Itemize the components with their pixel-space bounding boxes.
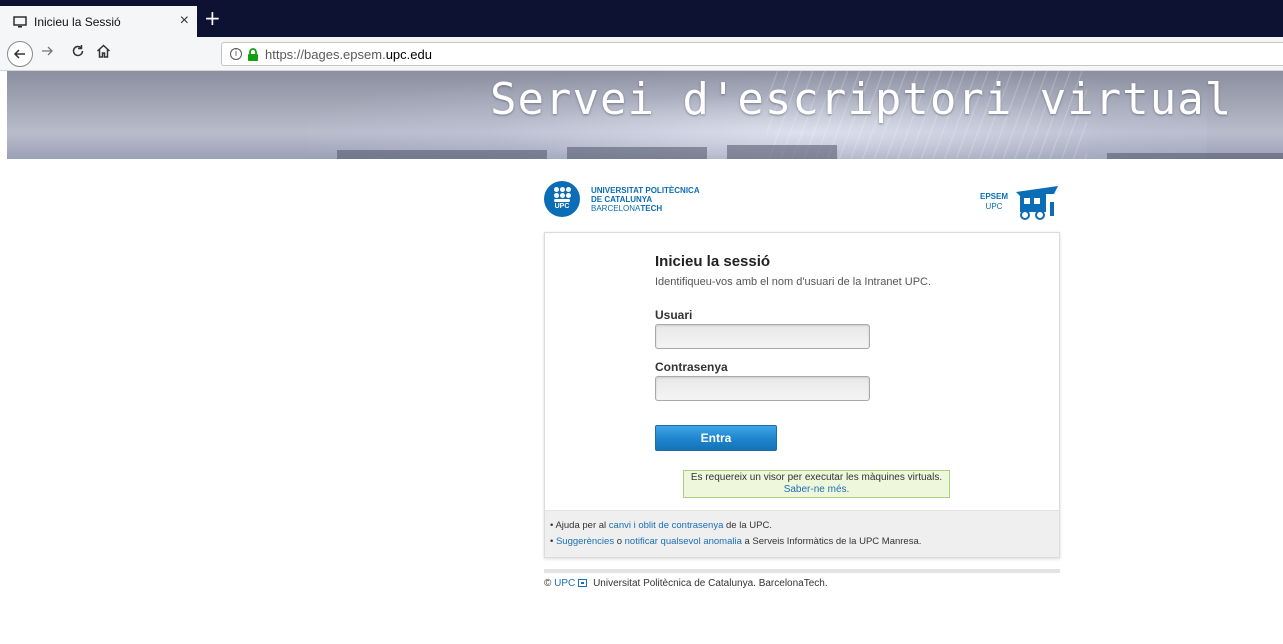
arrow-left-icon [13,49,25,59]
upc-line-3b: TECH [640,203,663,213]
banner-strip [337,150,547,159]
reload-button[interactable] [71,44,85,62]
help-text: • Ajuda per al [550,520,609,531]
password-label: Contrasenya [655,360,728,374]
upc-emblem-text: UPC [554,203,570,210]
learn-more-link[interactable]: Saber-ne més. [684,484,949,496]
username-input[interactable] [655,324,870,349]
suggestions-link[interactable]: Suggerències [556,536,614,547]
home-button[interactable] [96,44,111,62]
help-footer: • Ajuda per al canvi i oblit de contrase… [545,510,1059,557]
upc-line-3a: BARCELONA [591,203,641,213]
copyright-text: Universitat Politècnica de Catalunya. Ba… [593,578,828,589]
report-issue-link[interactable]: notificar qualsevol anomalia [625,536,742,547]
epsem-wordmark: EPSEM UPC [976,192,1012,212]
info-icon[interactable]: i [230,48,242,60]
page-divider [544,569,1060,573]
upc-emblem: UPC [544,181,580,217]
epsem-logo[interactable]: EPSEM UPC [976,184,1062,224]
back-button[interactable] [7,41,33,67]
help-line-suggestions: • Suggerències o notificar qualsevol ano… [550,536,921,547]
browser-nav-bar: i https://bages.epsem. upc.edu [0,37,1283,71]
banner-strip [1107,153,1283,159]
epsem-line-2: UPC [985,202,1003,211]
login-subtitle: Identifiqueu-vos amb el nom d'usuari de … [655,276,932,288]
help-text: o [614,536,625,547]
new-tab-button[interactable]: + [204,8,221,28]
home-icon [96,44,111,58]
copyright: © UPC Universitat Politècnica de Catalun… [544,578,828,589]
password-input[interactable] [655,376,870,401]
url-bar[interactable]: i https://bages.epsem. upc.edu [221,42,1283,66]
banner-strip [567,147,707,159]
login-panel: Inicieu la sessió Identifiqueu-vos amb e… [544,232,1060,558]
monitor-icon [13,15,27,29]
lock-icon[interactable] [247,47,259,61]
header-banner: Servei d'escriptori virtual [7,71,1283,159]
banner-strip [727,145,837,159]
password-change-link[interactable]: canvi i oblit de contrasenya [609,520,724,531]
copyright-symbol: © [544,578,552,589]
arrow-right-icon [42,46,53,56]
reload-icon [72,45,84,57]
upc-link[interactable]: UPC [554,578,575,589]
upc-logo[interactable]: UPC UNIVERSITAT POLITÈCNICA DE CATALUNYA… [544,181,700,217]
submit-button[interactable]: Entra [655,425,777,451]
username-label: Usuari [655,308,693,322]
close-tab-icon[interactable]: × [180,13,189,29]
help-text: de la UPC. [723,520,772,531]
browser-tab-bar: Inicieu la Sessió × + [0,0,1283,37]
url-host: upc.edu [385,46,432,62]
tab-title: Inicieu la Sessió [34,14,121,29]
epsem-train-icon [1016,186,1058,220]
help-line-password: • Ajuda per al canvi i oblit de contrase… [550,520,772,531]
notice-text: Es requereix un visor per executar les m… [690,472,943,483]
external-link-icon [578,579,588,587]
help-text: a Serveis Informàtics de la UPC Manresa. [741,536,922,547]
browser-tab[interactable]: Inicieu la Sessió × [0,6,197,37]
login-title: Inicieu la sessió [655,253,771,270]
url-prefix: https://bages.epsem. [265,46,386,62]
banner-title: Servei d'escriptori virtual [490,74,1233,125]
forward-button[interactable] [40,44,54,62]
upc-line-1: UNIVERSITAT POLITÈCNICA [591,185,700,195]
upc-line-2: DE CATALUNYA [591,194,653,204]
viewer-notice: Es requereix un visor per executar les m… [683,470,950,498]
epsem-line-1: EPSEM [979,192,1008,201]
upc-wordmark: UNIVERSITAT POLITÈCNICA DE CATALUNYA BAR… [591,186,700,213]
